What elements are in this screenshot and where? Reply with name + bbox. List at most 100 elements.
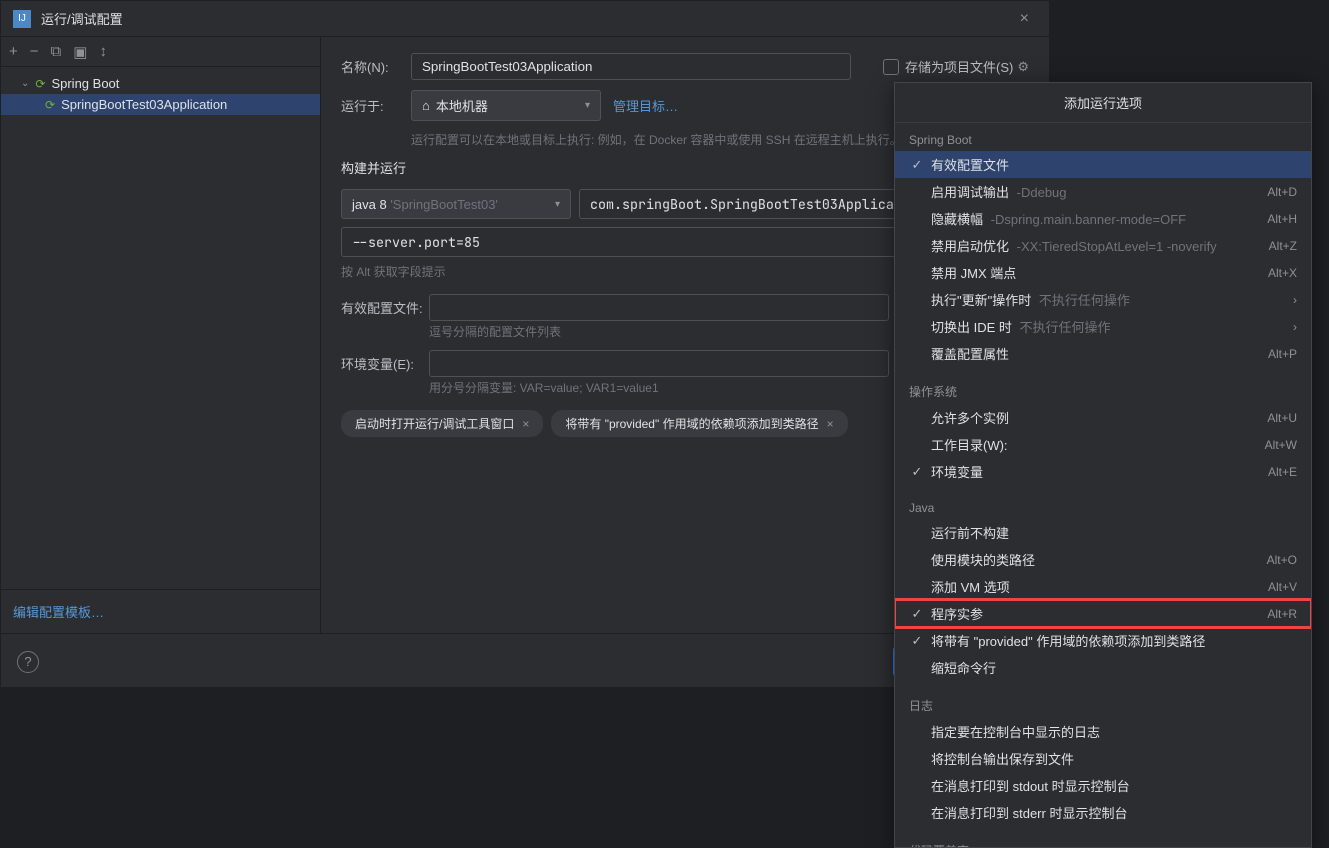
popup-item-label: 切换出 IDE 时 不执行任何操作: [931, 317, 1287, 336]
env-label: 环境变量(E):: [341, 354, 429, 373]
popup-item[interactable]: ✓ 环境变量 Alt+E: [895, 458, 1311, 485]
popup-item[interactable]: 将控制台输出保存到文件: [895, 745, 1311, 772]
name-input[interactable]: [411, 53, 851, 80]
popup-item-label: 使用模块的类路径: [931, 550, 1261, 569]
popup-item[interactable]: 禁用启动优化 -XX:TieredStopAtLevel=1 -noverify…: [895, 232, 1311, 259]
popup-item[interactable]: 运行前不构建: [895, 519, 1311, 546]
popup-item[interactable]: 在消息打印到 stdout 时显示控制台: [895, 772, 1311, 799]
run-debug-config-dialog: IJ 运行/调试配置 × + − ⧉ ▣ ↕ ⌄ ⟳ Spring Boot ⟳…: [0, 0, 1050, 688]
popup-item[interactable]: 缩短命令行: [895, 654, 1311, 681]
popup-item-suffix: -XX:TieredStopAtLevel=1 -noverify: [1017, 239, 1217, 254]
spring-boot-icon: ⟳: [45, 98, 55, 112]
run-on-select[interactable]: ⌂本地机器 ▾: [411, 90, 601, 121]
chevron-down-icon: ▾: [555, 199, 560, 210]
popup-item-label: 运行前不构建: [931, 523, 1297, 542]
name-label: 名称(N):: [341, 57, 411, 76]
popup-item-label: 指定要在控制台中显示的日志: [931, 722, 1297, 741]
popup-item[interactable]: ✓程序实参Alt+R: [895, 600, 1311, 627]
popup-item-suffix: 不执行任何操作: [1039, 293, 1130, 308]
chevron-down-icon: ▾: [585, 100, 590, 111]
popup-item[interactable]: 在消息打印到 stderr 时显示控制台: [895, 799, 1311, 826]
sort-icon[interactable]: ↕: [99, 43, 107, 60]
popup-item-label: 在消息打印到 stderr 时显示控制台: [931, 803, 1297, 822]
spring-boot-icon: ⟳: [35, 77, 45, 91]
popup-item-label: 有效配置文件: [931, 155, 1297, 174]
popup-item-shortcut: Alt+D: [1267, 185, 1297, 199]
popup-item-shortcut: Alt+W: [1265, 438, 1297, 452]
dialog-footer: ? 确定 取消: [1, 633, 1049, 689]
dialog-title: 运行/调试配置: [41, 9, 1012, 28]
close-icon[interactable]: ×: [522, 417, 529, 431]
app-icon: IJ: [13, 10, 31, 28]
check-icon: ✓: [909, 464, 925, 480]
popup-item-shortcut: Alt+X: [1268, 266, 1297, 280]
gear-icon[interactable]: ⚙: [1017, 59, 1029, 75]
popup-item[interactable]: 指定要在控制台中显示的日志: [895, 718, 1311, 745]
close-icon[interactable]: ×: [1012, 6, 1037, 32]
popup-item-shortcut: Alt+Z: [1269, 239, 1297, 253]
config-tree: ⌄ ⟳ Spring Boot ⟳ SpringBootTest03Applic…: [1, 67, 320, 589]
store-as-project-label: 存储为项目文件(S): [905, 57, 1013, 76]
popup-item-suffix: -Dspring.main.banner-mode=OFF: [991, 212, 1186, 227]
popup-item[interactable]: 添加 VM 选项 Alt+V: [895, 573, 1311, 600]
popup-item[interactable]: 启用调试输出 -DdebugAlt+D: [895, 178, 1311, 205]
popup-item-shortcut: Alt+V: [1268, 580, 1297, 594]
edit-templates-link[interactable]: 编辑配置模板…: [13, 605, 104, 620]
run-on-label: 运行于:: [341, 96, 411, 115]
popup-item-shortcut: ›: [1293, 320, 1297, 334]
popup-item[interactable]: 工作目录(W):Alt+W: [895, 431, 1311, 458]
tree-item-springboottest03[interactable]: ⟳ SpringBootTest03Application: [1, 94, 320, 115]
save-icon[interactable]: ▣: [73, 43, 87, 61]
popup-item-suffix: 不执行任何操作: [1020, 320, 1111, 335]
popup-item[interactable]: 切换出 IDE 时 不执行任何操作 ›: [895, 313, 1311, 340]
popup-item[interactable]: ✓将带有 "provided" 作用域的依赖项添加到类路径: [895, 627, 1311, 654]
check-icon: ✓: [909, 606, 925, 622]
checkbox-icon: [883, 59, 899, 75]
check-icon: ✓: [909, 633, 925, 649]
popup-group-header: Spring Boot: [895, 129, 1311, 151]
tree-group-spring-boot[interactable]: ⌄ ⟳ Spring Boot: [1, 73, 320, 94]
popup-item-label: 覆盖配置属性: [931, 344, 1262, 363]
titlebar: IJ 运行/调试配置 ×: [1, 1, 1049, 37]
popup-item-label: 程序实参: [931, 604, 1261, 623]
popup-item[interactable]: 使用模块的类路径Alt+O: [895, 546, 1311, 573]
popup-item-label: 将控制台输出保存到文件: [931, 749, 1297, 768]
popup-item[interactable]: ✓ 有效配置文件: [895, 151, 1311, 178]
add-run-options-popup: 添加运行选项 Spring Boot✓有效配置文件启用调试输出 -DdebugA…: [894, 82, 1312, 848]
jdk-select[interactable]: java 8 'SpringBootTest03' ▾: [341, 189, 571, 219]
popup-item-label: 环境变量: [931, 462, 1262, 481]
sidebar: + − ⧉ ▣ ↕ ⌄ ⟳ Spring Boot ⟳ SpringBootTe…: [1, 37, 321, 633]
add-icon[interactable]: +: [9, 43, 18, 60]
popup-item-label: 隐藏横幅 -Dspring.main.banner-mode=OFF: [931, 209, 1261, 228]
manage-targets-link[interactable]: 管理目标…: [613, 96, 678, 115]
popup-title: 添加运行选项: [895, 83, 1311, 123]
popup-item[interactable]: 覆盖配置属性Alt+P: [895, 340, 1311, 367]
store-as-project-checkbox[interactable]: 存储为项目文件(S): [883, 57, 1013, 76]
chip-open-tool-window[interactable]: 启动时打开运行/调试工具窗口 ×: [341, 410, 543, 437]
env-input[interactable]: [429, 350, 889, 377]
popup-group-header: 日志: [895, 693, 1311, 718]
popup-group-header: Java: [895, 497, 1311, 519]
popup-item[interactable]: 执行"更新"操作时 不执行任何操作›: [895, 286, 1311, 313]
profiles-input[interactable]: [429, 294, 889, 321]
remove-icon[interactable]: −: [30, 43, 39, 60]
tree-group-label: Spring Boot: [51, 76, 119, 91]
popup-item[interactable]: 允许多个实例Alt+U: [895, 404, 1311, 431]
copy-icon[interactable]: ⧉: [51, 43, 62, 60]
popup-item-shortcut: Alt+E: [1268, 465, 1297, 479]
sidebar-toolbar: + − ⧉ ▣ ↕: [1, 37, 320, 67]
popup-item-label: 添加 VM 选项: [931, 577, 1262, 596]
popup-item[interactable]: 禁用 JMX 端点Alt+X: [895, 259, 1311, 286]
sidebar-footer: 编辑配置模板…: [1, 589, 320, 633]
home-icon: ⌂: [422, 98, 430, 113]
help-button[interactable]: ?: [17, 651, 39, 673]
popup-group-header: 代码覆盖率: [895, 838, 1311, 848]
close-icon[interactable]: ×: [827, 417, 834, 431]
popup-item[interactable]: 隐藏横幅 -Dspring.main.banner-mode=OFFAlt+H: [895, 205, 1311, 232]
popup-group-header: 操作系统: [895, 379, 1311, 404]
profiles-label: 有效配置文件:: [341, 298, 429, 317]
check-icon: ✓: [909, 157, 925, 173]
popup-item-label: 禁用启动优化 -XX:TieredStopAtLevel=1 -noverify: [931, 236, 1263, 255]
popup-item-suffix: -Ddebug: [1017, 185, 1067, 200]
chip-provided-scope[interactable]: 将带有 "provided" 作用域的依赖项添加到类路径 ×: [551, 410, 847, 437]
